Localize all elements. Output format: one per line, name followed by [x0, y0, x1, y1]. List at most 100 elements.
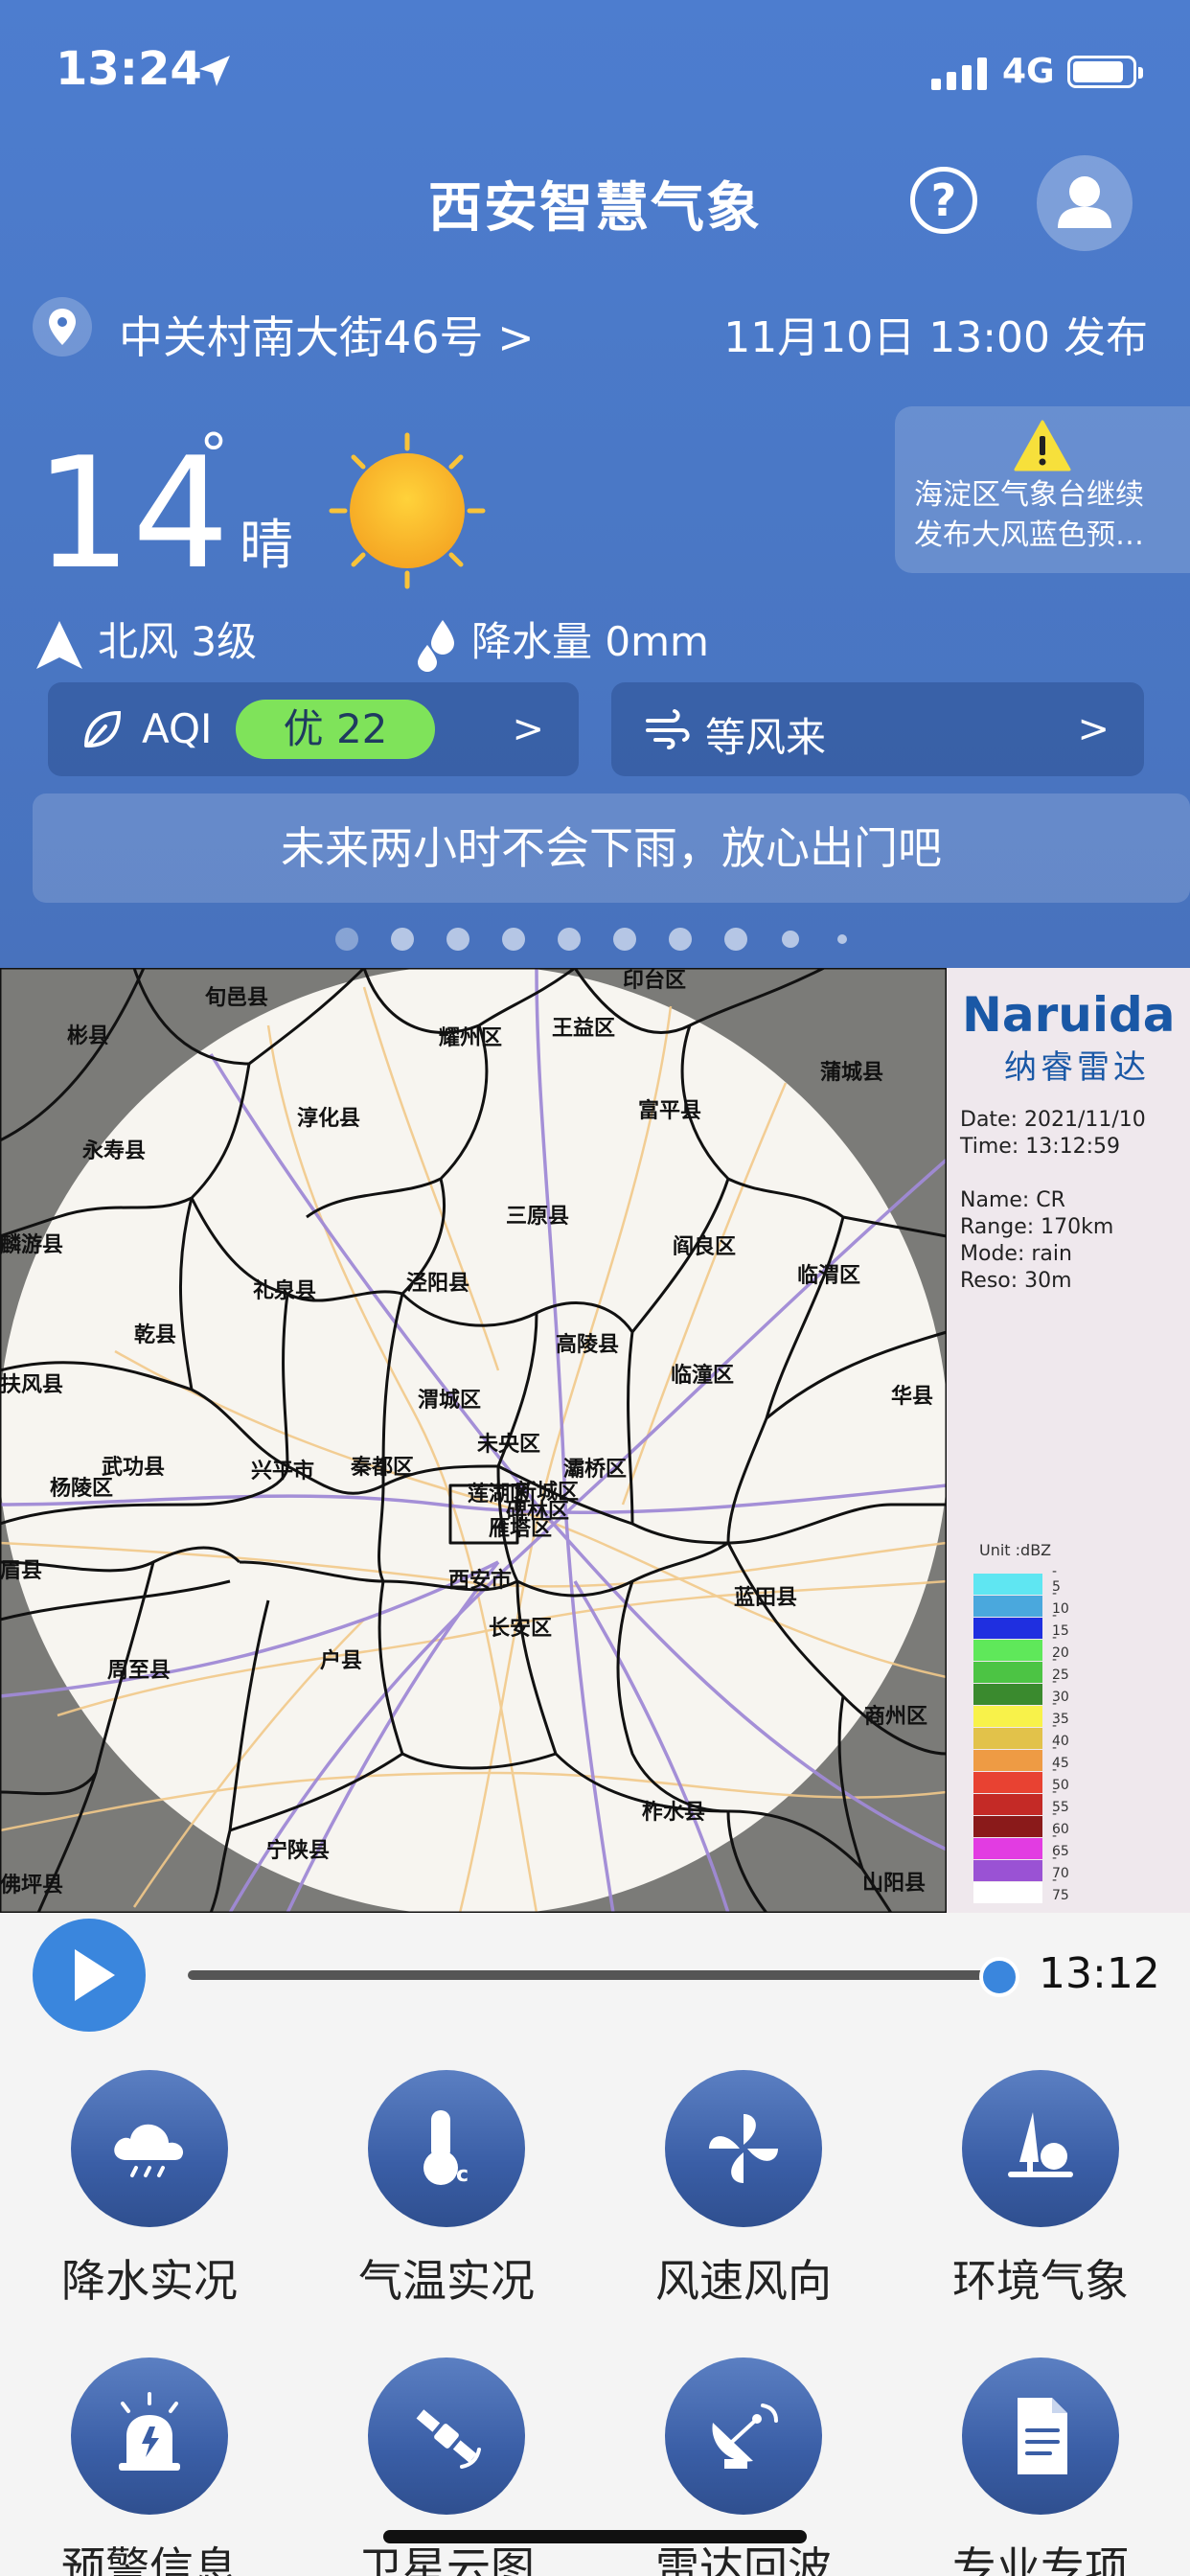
tree-icon — [1008, 2112, 1073, 2177]
page-dot[interactable] — [837, 934, 847, 944]
menu-environment[interactable]: 环境气象 — [916, 2043, 1165, 2307]
raindrops-icon — [418, 619, 454, 672]
aqi-badge: 优 22 — [236, 700, 435, 759]
map-label: 旬邑县 — [204, 985, 268, 1010]
playback-slider[interactable] — [188, 1970, 991, 1980]
radar-time: Time: 13:12:59 — [960, 1135, 1121, 1159]
map-label: 秦都区 — [350, 1456, 414, 1480]
rain-info: 降水量 0mm — [416, 610, 709, 674]
location-arrow-icon — [199, 56, 230, 86]
svg-text:c: c — [456, 2163, 469, 2187]
wind-icon — [646, 709, 690, 749]
map-label: 王益区 — [552, 1016, 615, 1041]
legend-swatch — [973, 1640, 1042, 1661]
menu-precipitation[interactable]: 降水实况 — [25, 2043, 274, 2307]
legend-swatch — [973, 1662, 1042, 1683]
legend-swatch — [973, 1882, 1042, 1903]
map-label: 印台区 — [623, 968, 686, 993]
menu-warning[interactable]: 预警信息 — [25, 2331, 274, 2576]
menu-wind[interactable]: 风速风向 — [619, 2043, 868, 2307]
feature-grid: 降水实况 c 气温实况 风速风向 环境气象 预警信息 卫星云图 雷达回波 专业专… — [0, 2043, 1190, 2576]
map-label: 宁陕县 — [266, 1838, 330, 1863]
satellite-icon — [416, 2409, 481, 2469]
legend-swatch — [973, 1772, 1042, 1793]
page-dot[interactable] — [782, 931, 799, 948]
map-label: 渭城区 — [418, 1388, 481, 1413]
radar-playback: 13:12 — [0, 1913, 1190, 2043]
wind-text: 北风 3级 — [98, 618, 258, 665]
status-bar: 13:24 4G — [0, 0, 1190, 144]
map-label: 蓝田县 — [734, 1586, 797, 1610]
aqi-card[interactable]: AQI 优 22 > — [48, 682, 579, 776]
app-title: 西安智慧气象 — [428, 177, 762, 240]
map-label: 耀州区 — [439, 1026, 502, 1050]
menu-label: 专业专项 — [952, 2542, 1129, 2576]
page-dot[interactable] — [724, 928, 747, 951]
map-label: 周至县 — [107, 1659, 171, 1683]
map-label: 佛坪县 — [0, 1874, 63, 1898]
weather-condition: 晴 — [240, 515, 293, 577]
radar-brand: Naruida — [962, 987, 1176, 1043]
legend-swatch — [973, 1750, 1042, 1771]
warning-icon — [1014, 420, 1071, 472]
playback-slider-thumb[interactable] — [979, 1957, 1019, 1997]
map-label: 永寿县 — [82, 1138, 146, 1163]
map-label: 乾县 — [134, 1322, 176, 1347]
sun-icon — [329, 432, 486, 589]
legend-unit: Unit :dBZ — [979, 1541, 1052, 1559]
map-label: 山阳县 — [862, 1872, 926, 1896]
page-dot[interactable] — [391, 928, 414, 951]
legend-swatch — [973, 1706, 1042, 1727]
map-label: 华县 — [891, 1384, 933, 1409]
map-label: 眉县 — [0, 1559, 42, 1583]
signal-icon — [931, 58, 987, 90]
page-dot[interactable] — [446, 928, 469, 951]
map-label: 商州区 — [864, 1704, 927, 1729]
document-icon — [1018, 2398, 1067, 2474]
legend-swatch — [973, 1838, 1042, 1859]
legend-swatch — [973, 1860, 1042, 1881]
page-dot[interactable] — [335, 928, 358, 951]
playback-time: 13:12 — [1039, 1949, 1160, 1998]
wind-card-chevron: > — [1077, 707, 1110, 751]
menu-professional[interactable]: 专业专项 — [916, 2331, 1165, 2576]
battery-icon — [1067, 56, 1143, 88]
warning-card[interactable]: 海淀区气象台继续 发布大风蓝色预… — [895, 406, 1190, 573]
map-label: 阎良区 — [673, 1234, 736, 1259]
weather-header: 13:24 4G 西安智慧气象 ? 中关村南大街46号 > 11月10日 13:… — [0, 0, 1190, 968]
radar-info-panel: Naruida 纳睿雷达 Date: 2021/11/10 Time: 13:1… — [947, 968, 1190, 1913]
page-dot[interactable] — [669, 928, 692, 951]
radar-map: 旬邑县 彬县 耀州区 王益区 印台区 蒲城县 淳化县 富平县 永寿县 麟游县 三… — [0, 968, 947, 1913]
wind-info: 北风 3级 — [34, 610, 257, 671]
menu-radar[interactable]: 雷达回波 — [619, 2331, 868, 2576]
play-icon — [75, 1949, 115, 2001]
home-indicator[interactable] — [383, 2530, 807, 2543]
location-pin-button[interactable] — [33, 297, 92, 356]
play-button[interactable] — [33, 1919, 146, 2032]
page-dot[interactable] — [613, 928, 636, 951]
radar-brand-cn: 纳睿雷达 — [1004, 1048, 1150, 1087]
help-button[interactable]: ? — [910, 167, 977, 234]
map-label: 西安市 — [448, 1568, 512, 1593]
user-icon — [1058, 176, 1111, 228]
page-indicator[interactable] — [0, 928, 1190, 953]
menu-label: 风速风向 — [655, 2255, 832, 2307]
map-label: 杨陵区 — [50, 1476, 113, 1501]
legend-swatch — [973, 1618, 1042, 1639]
warning-text-line1: 海淀区气象台继续 — [914, 478, 1144, 512]
location-address[interactable]: 中关村南大街46号 > — [119, 303, 535, 366]
map-label: 户县 — [320, 1648, 362, 1673]
publish-time: 11月10日 13:00 发布 — [723, 313, 1148, 362]
page-dot[interactable] — [502, 928, 525, 951]
menu-satellite[interactable]: 卫星云图 — [322, 2331, 571, 2576]
radar-image: 旬邑县 彬县 耀州区 王益区 印台区 蒲城县 淳化县 富平县 永寿县 麟游县 三… — [0, 968, 1190, 1913]
map-label: 富平县 — [638, 1098, 701, 1123]
wind-forecast-card[interactable]: 等风来 > — [611, 682, 1144, 776]
map-label: 三原县 — [506, 1205, 569, 1229]
user-profile-button[interactable] — [1037, 155, 1133, 251]
map-label: 淳化县 — [297, 1106, 360, 1131]
map-label: 蒲城县 — [820, 1060, 883, 1085]
thermometer-icon: c — [423, 2110, 469, 2187]
menu-temperature[interactable]: c 气温实况 — [322, 2043, 571, 2307]
page-dot[interactable] — [558, 928, 581, 951]
